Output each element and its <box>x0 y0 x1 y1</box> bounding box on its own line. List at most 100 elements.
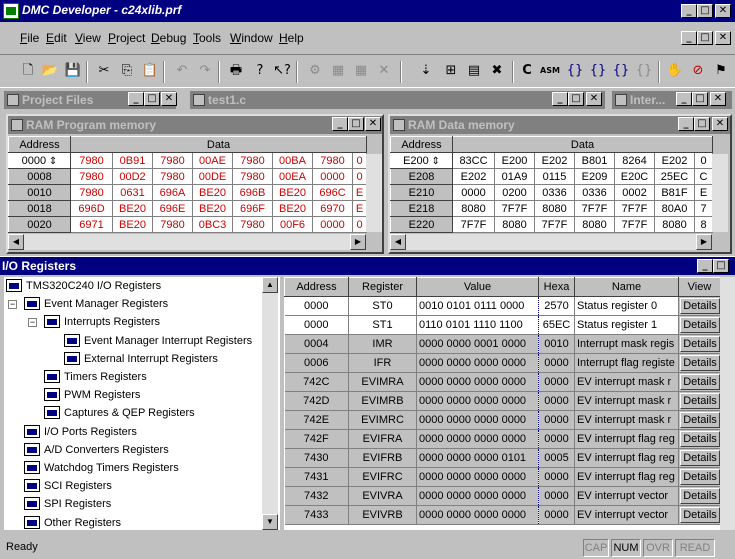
details-button[interactable]: Details <box>680 374 720 390</box>
stop-build-icon[interactable]: ✕ <box>374 61 394 81</box>
test-min-button[interactable]: _ <box>552 92 568 106</box>
menu-debug[interactable]: Debug <box>151 31 186 45</box>
dm-cell[interactable]: 7F7F <box>534 216 575 233</box>
dm-cell[interactable]: 7F7F <box>614 216 655 233</box>
dm-min-button[interactable]: _ <box>678 117 694 131</box>
pm-cell[interactable]: 0000 <box>312 168 353 185</box>
compile-icon[interactable]: ⚙ <box>305 61 325 81</box>
dm-address-spinner-icon[interactable]: ⇕ <box>429 156 440 167</box>
tree-scroll-up[interactable]: ▲ <box>262 277 278 293</box>
tree-item[interactable]: I/O Ports Registers <box>44 426 137 438</box>
dm-cell[interactable]: E200 <box>494 152 535 169</box>
dm-cell[interactable]: 0115 <box>534 168 575 185</box>
tree-item[interactable]: PWM Registers <box>64 389 140 401</box>
pm-cell[interactable]: 696B <box>232 184 273 201</box>
pm-cell[interactable]: 00F6 <box>272 216 313 233</box>
step-over-icon[interactable]: {} <box>588 61 608 81</box>
io-value-cell[interactable]: 0000 0000 0000 0000 <box>416 391 539 411</box>
run-icon[interactable]: ⚑ <box>711 61 731 81</box>
dm-vscroll[interactable] <box>712 154 728 232</box>
pm-cell[interactable]: 7980 <box>70 152 113 169</box>
details-button[interactable]: Details <box>680 336 720 352</box>
io-value-cell[interactable]: 0000 0000 0001 0000 <box>416 334 539 354</box>
pm-cell[interactable]: BE20 <box>272 184 313 201</box>
tree-item[interactable]: A/D Converters Registers <box>44 444 169 456</box>
menu-help[interactable]: Help <box>279 31 304 45</box>
pm-cell[interactable]: 7980 <box>232 168 273 185</box>
dm-cell[interactable]: 7F7F <box>614 200 655 217</box>
dm-cell[interactable]: 7F7F <box>452 216 495 233</box>
help-icon[interactable]: ? <box>250 61 270 81</box>
pm-cell[interactable]: BE20 <box>192 184 233 201</box>
io-value-cell[interactable]: 0000 0000 0000 0000 <box>416 505 539 525</box>
step-out-icon[interactable]: {} <box>611 61 631 81</box>
details-button[interactable]: Details <box>680 393 720 409</box>
data-memory-titlebar[interactable]: RAM Data memory _ □ ✕ <box>390 116 730 134</box>
halt-icon[interactable]: ✋ <box>665 61 685 81</box>
pm-cell[interactable]: 7980 <box>152 216 193 233</box>
app-icon[interactable] <box>3 3 19 19</box>
dm-cell[interactable]: E20C <box>614 168 655 185</box>
pm-cell[interactable]: 696E <box>152 200 193 217</box>
pm-cell[interactable]: E <box>352 200 367 217</box>
pm-address-input[interactable]: 0000 <box>22 155 46 167</box>
tree-item[interactable]: Captures & QEP Registers <box>64 407 195 419</box>
rebuild-icon[interactable]: ▦ <box>351 61 371 81</box>
test-close-button[interactable]: ✕ <box>586 92 602 106</box>
close-button[interactable]: ✕ <box>715 4 731 18</box>
details-button[interactable]: Details <box>680 317 720 333</box>
cut-icon[interactable]: ✂ <box>94 61 114 81</box>
details-button[interactable]: Details <box>680 431 720 447</box>
tree-collapse-toggle[interactable]: − <box>8 300 17 310</box>
tree-item[interactable]: External Interrupt Registers <box>84 353 218 365</box>
inter-min-button[interactable]: _ <box>676 92 692 106</box>
pm-cell[interactable]: 0BC3 <box>192 216 233 233</box>
io-value-cell[interactable]: 0000 0000 0000 0000 <box>416 372 539 392</box>
program-memory-titlebar[interactable]: RAM Program memory _ □ ✕ <box>8 116 382 134</box>
menu-view[interactable]: View <box>75 31 101 45</box>
tree-scroll-down[interactable]: ▼ <box>262 514 278 530</box>
dm-cell[interactable]: 8080 <box>494 216 535 233</box>
dm-cell[interactable]: 8080 <box>452 200 495 217</box>
tree-item[interactable]: Interrupts Registers <box>64 316 160 328</box>
test-file-pane[interactable]: test1.c _ □ ✕ <box>190 91 605 109</box>
dm-cell[interactable]: 0 <box>694 152 714 169</box>
details-button[interactable]: Details <box>680 355 720 371</box>
menu-tools[interactable]: Tools <box>193 31 221 45</box>
project-close-button[interactable]: ✕ <box>161 92 177 106</box>
pm-cell[interactable]: 00EA <box>272 168 313 185</box>
c-mode-button[interactable]: C <box>517 61 537 81</box>
details-button[interactable]: Details <box>680 298 720 314</box>
io-value-cell[interactable]: 0000 0000 0000 0101 <box>416 448 539 468</box>
dm-cell[interactable]: 8080 <box>574 216 615 233</box>
project-min-button[interactable]: _ <box>128 92 144 106</box>
dm-close-button[interactable]: ✕ <box>712 117 728 131</box>
dm-cell[interactable]: E202 <box>452 168 495 185</box>
undo-icon[interactable]: ↶ <box>172 61 192 81</box>
mdi-restore-button[interactable]: □ <box>697 31 713 45</box>
tree-item[interactable]: Other Registers <box>44 517 121 529</box>
menu-window[interactable]: Window <box>230 31 273 45</box>
pm-cell[interactable]: 0 <box>352 216 367 233</box>
pm-cell[interactable]: BE20 <box>112 200 153 217</box>
dm-cell[interactable]: 7F7F <box>494 200 535 217</box>
io-titlebar[interactable]: I/O Registers _ □ <box>0 257 735 275</box>
dm-cell[interactable]: 83CC <box>452 152 495 169</box>
dm-cell[interactable]: B801 <box>574 152 615 169</box>
pm-max-button[interactable]: □ <box>348 117 364 131</box>
details-button[interactable]: Details <box>680 412 720 428</box>
dm-cell[interactable]: B81F <box>654 184 695 201</box>
tree-item[interactable]: SPI Registers <box>44 498 111 510</box>
io-value-cell[interactable]: 0010 0101 0111 0000 <box>416 296 539 316</box>
pm-row-address[interactable]: 0000 ⇕ <box>8 152 71 169</box>
dm-cell[interactable]: C <box>694 168 714 185</box>
pm-vscroll[interactable] <box>366 154 382 232</box>
io-value-cell[interactable]: 0000 0000 0000 0000 <box>416 410 539 430</box>
pm-cell[interactable]: 696C <box>312 184 353 201</box>
tree-vscroll[interactable]: ▲ ▼ <box>262 277 278 530</box>
load-icon[interactable]: ⇣ <box>416 61 436 81</box>
dm-address-input[interactable]: E200 <box>403 155 429 167</box>
pm-cell[interactable]: 0B91 <box>112 152 153 169</box>
dm-row-address[interactable]: E200 ⇕ <box>390 152 453 169</box>
dm-cell[interactable]: E202 <box>654 152 695 169</box>
